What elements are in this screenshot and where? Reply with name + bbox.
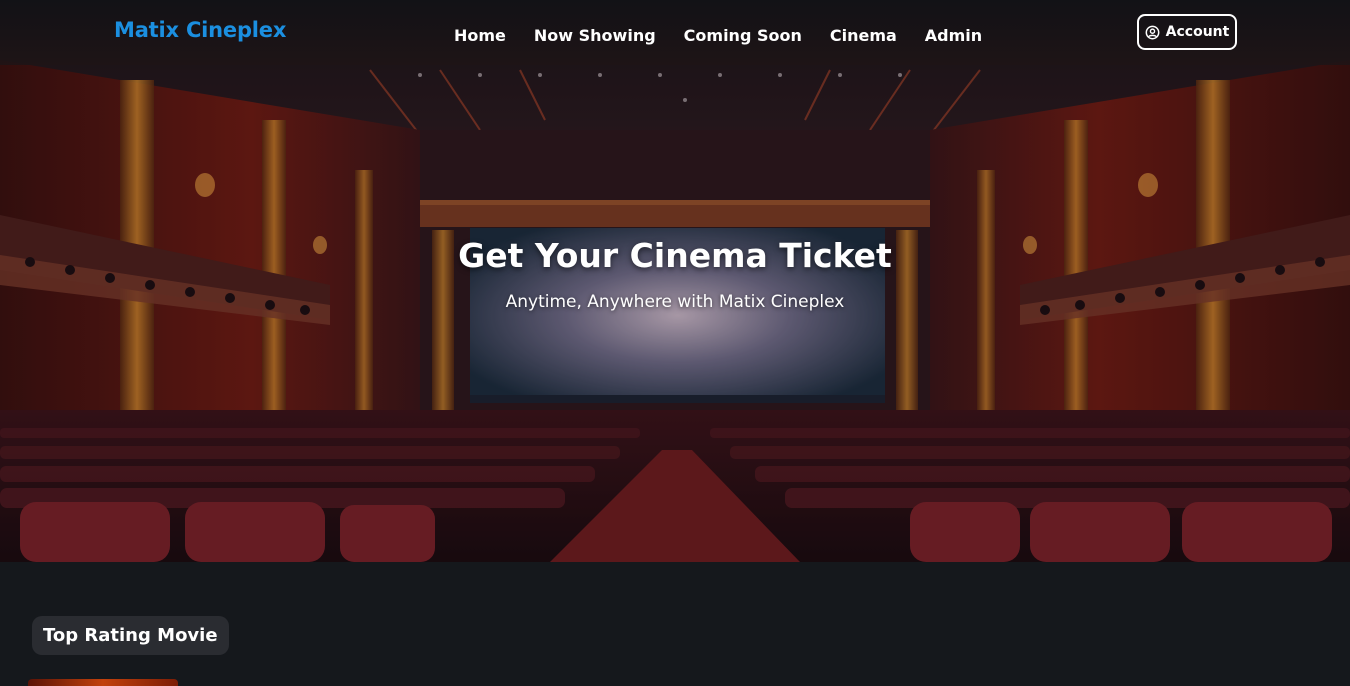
account-button-label: Account [1165,24,1230,40]
hero-subtitle: Anytime, Anywhere with Matix Cineplex [505,292,845,312]
nav-link-coming-soon[interactable]: Coming Soon [684,26,802,45]
hero-title: Get Your Cinema Ticket [458,236,892,275]
nav-links: Home Now Showing Coming Soon Cinema Admi… [454,26,982,45]
movie-card-poster[interactable] [28,679,178,686]
nav-link-cinema[interactable]: Cinema [830,26,897,45]
nav-link-admin[interactable]: Admin [925,26,982,45]
hero-banner [0,0,1350,562]
navbar: Matix Cineplex Home Now Showing Coming S… [0,0,1350,65]
hero-overlay [0,0,1350,562]
brand-logo[interactable]: Matix Cineplex [114,18,286,42]
nav-link-home[interactable]: Home [454,26,506,45]
nav-link-now-showing[interactable]: Now Showing [534,26,656,45]
section-title-top-rating: Top Rating Movie [32,616,229,655]
user-circle-icon [1145,25,1160,39]
account-button[interactable]: Account [1137,14,1237,50]
